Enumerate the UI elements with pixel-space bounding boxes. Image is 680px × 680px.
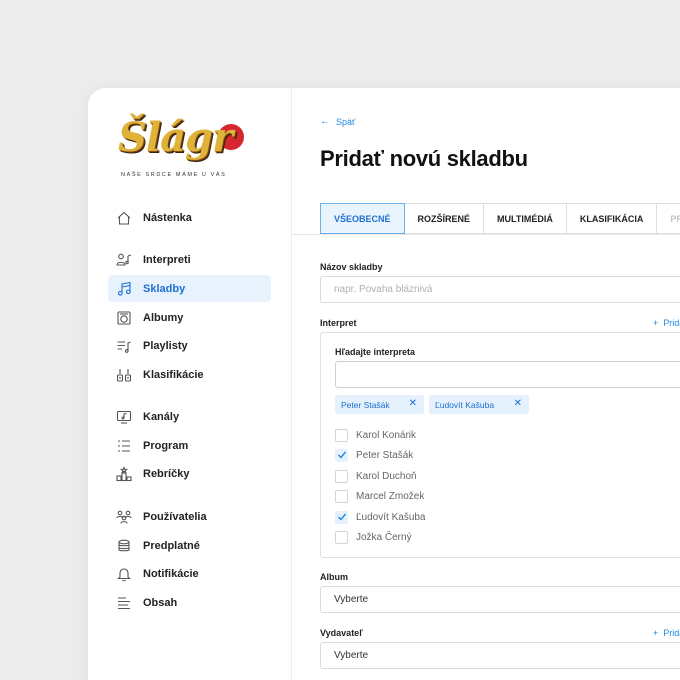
checkbox-checked[interactable] xyxy=(335,448,348,462)
sidebar: Šlágr NAŠE SRDCE MÁME U VÁS Nástenka Int… xyxy=(88,88,292,680)
tabs-divider xyxy=(292,234,680,235)
sidebar-item-playlisty[interactable]: Playlisty xyxy=(108,332,271,359)
checkbox[interactable] xyxy=(335,428,348,442)
sidebar-item-label: Kanály xyxy=(143,410,180,423)
checkbox[interactable] xyxy=(335,530,348,544)
interpret-search-input[interactable] xyxy=(335,361,680,388)
page-title: Pridať novú skladbu xyxy=(320,146,528,171)
sidebar-item-label: Notifikácie xyxy=(143,567,199,580)
chip-label: Ľudovít Kašuba xyxy=(435,399,495,410)
sidebar-item-interpreti[interactable]: Interpreti xyxy=(108,246,271,273)
sidebar-item-kanaly[interactable]: Kanály xyxy=(108,403,271,430)
sidebar-item-label: Albumy xyxy=(143,311,184,324)
tab-vseobecne[interactable]: VŠEOBECNÉ xyxy=(320,203,405,234)
bell-icon xyxy=(116,566,132,582)
back-link[interactable]: ← Späť xyxy=(320,116,355,127)
selected-chip: Peter Stašák ✕ xyxy=(335,395,424,414)
sidebar-item-predplatne[interactable]: Predplatné xyxy=(108,532,271,559)
back-label: Späť xyxy=(336,116,356,127)
close-icon[interactable]: ✕ xyxy=(514,398,522,409)
plus-icon: + xyxy=(653,318,664,328)
sidebar-item-albumy[interactable]: Albumy xyxy=(108,304,271,331)
chart-ranking-icon xyxy=(116,465,132,482)
interpret-label: Interpret xyxy=(320,318,357,328)
sidebar-item-program[interactable]: Program xyxy=(108,432,271,459)
logo-tagline: NAŠE SRDCE MÁME U VÁS xyxy=(121,172,227,178)
program-list-icon xyxy=(116,438,132,454)
sidebar-item-label: Program xyxy=(143,439,189,452)
sidebar-item-skladby[interactable]: Skladby xyxy=(108,275,271,302)
option-label: Karol Duchoň xyxy=(356,470,417,482)
tab-klasifikacia[interactable]: KLASIFIKÁCIA xyxy=(566,203,658,234)
album-label: Album xyxy=(320,572,348,582)
add-publisher-label: Pridať xyxy=(663,628,680,638)
publisher-select[interactable]: Vyberte xyxy=(320,642,680,669)
option-label: Karol Konárik xyxy=(356,429,417,441)
interpret-option[interactable]: Jožka Černý xyxy=(335,530,412,544)
plus-icon: + xyxy=(653,628,664,638)
sidebar-item-label: Rebríčky xyxy=(143,467,190,480)
sidebar-item-label: Playlisty xyxy=(143,339,188,352)
interpret-card: Hľadajte interpreta Peter Stašák ✕ Ľudov… xyxy=(320,332,680,558)
music-note-icon xyxy=(116,281,132,297)
main-content: ← Späť Pridať novú skladbu VŠEOBECNÉ ROZ… xyxy=(292,88,680,680)
interpret-option[interactable]: Marcel Zmožek xyxy=(335,489,424,503)
interpret-option[interactable]: Karol Duchoň xyxy=(335,469,417,483)
brand-logo[interactable]: Šlágr NAŠE SRDCE MÁME U VÁS xyxy=(114,114,254,184)
check-icon xyxy=(337,451,346,459)
users-icon xyxy=(116,509,132,525)
album-icon xyxy=(116,310,132,326)
sidebar-item-pouzivatelia[interactable]: Používatelia xyxy=(108,503,271,530)
arrow-left-icon: ← xyxy=(320,116,330,127)
sidebar-item-label: Nástenka xyxy=(143,211,192,224)
song-name-label: Názov skladby xyxy=(320,262,383,272)
interpret-option[interactable]: Karol Konárik xyxy=(335,428,416,442)
interpret-search-label: Hľadajte interpreta xyxy=(335,347,415,357)
sidebar-item-label: Skladby xyxy=(143,282,186,295)
option-label: Ľudovít Kašuba xyxy=(356,511,426,523)
sidebar-item-label: Používatelia xyxy=(143,510,207,523)
people-music-icon xyxy=(116,252,132,268)
home-icon xyxy=(116,210,132,226)
checkbox[interactable] xyxy=(335,489,348,503)
add-interpret-link[interactable]: + Pridať xyxy=(653,318,680,328)
sidebar-item-label: Obsah xyxy=(143,596,178,609)
sidebar-item-rebricky[interactable]: Rebríčky xyxy=(108,460,271,487)
channel-icon xyxy=(116,409,132,425)
sidebar-item-obsah[interactable]: Obsah xyxy=(108,589,271,616)
tab-preklady: PREKLADY xyxy=(657,203,680,234)
add-publisher-link[interactable]: + Pridať xyxy=(653,628,680,638)
tab-bar: VŠEOBECNÉ ROZŠÍRENÉ MULTIMÉDIÁ KLASIFIKÁ… xyxy=(320,203,680,234)
add-interpret-label: Pridať xyxy=(663,318,680,328)
selected-chip: Ľudovít Kašuba ✕ xyxy=(429,395,529,414)
content-lines-icon xyxy=(116,595,132,611)
checkbox[interactable] xyxy=(335,469,348,483)
sidebar-item-label: Interpreti xyxy=(143,253,191,266)
chip-label: Peter Stašák xyxy=(341,399,390,410)
tab-rozsirene[interactable]: ROZŠÍRENÉ xyxy=(404,203,485,234)
song-name-input[interactable]: napr. Povaha bláznivá xyxy=(320,276,680,303)
option-label: Marcel Zmožek xyxy=(356,490,425,502)
sidebar-item-label: Predplatné xyxy=(143,539,200,552)
sidebar-item-label: Klasifikácie xyxy=(143,368,204,381)
publisher-label: Vydavateľ xyxy=(320,628,363,638)
close-icon[interactable]: ✕ xyxy=(409,398,417,409)
option-label: Peter Stašák xyxy=(356,449,414,461)
interpret-option[interactable]: Peter Stašák xyxy=(335,448,413,462)
check-icon xyxy=(337,513,346,521)
album-select[interactable]: Vyberte xyxy=(320,586,680,613)
classification-icon xyxy=(116,367,132,383)
playlist-icon xyxy=(116,338,132,354)
tab-multimedia[interactable]: MULTIMÉDIÁ xyxy=(484,203,567,234)
coins-icon xyxy=(116,538,132,554)
app-window: Šlágr NAŠE SRDCE MÁME U VÁS Nástenka Int… xyxy=(88,88,680,680)
checkbox-checked[interactable] xyxy=(335,510,348,524)
sidebar-item-notifikacie[interactable]: Notifikácie xyxy=(108,560,271,587)
sidebar-item-nastenka[interactable]: Nástenka xyxy=(108,204,271,231)
logo-wordmark: Šlágr xyxy=(118,114,233,161)
interpret-option[interactable]: Ľudovít Kašuba xyxy=(335,510,426,524)
option-label: Jožka Černý xyxy=(356,531,412,543)
sidebar-item-klasifikacie[interactable]: Klasifikácie xyxy=(108,361,271,388)
